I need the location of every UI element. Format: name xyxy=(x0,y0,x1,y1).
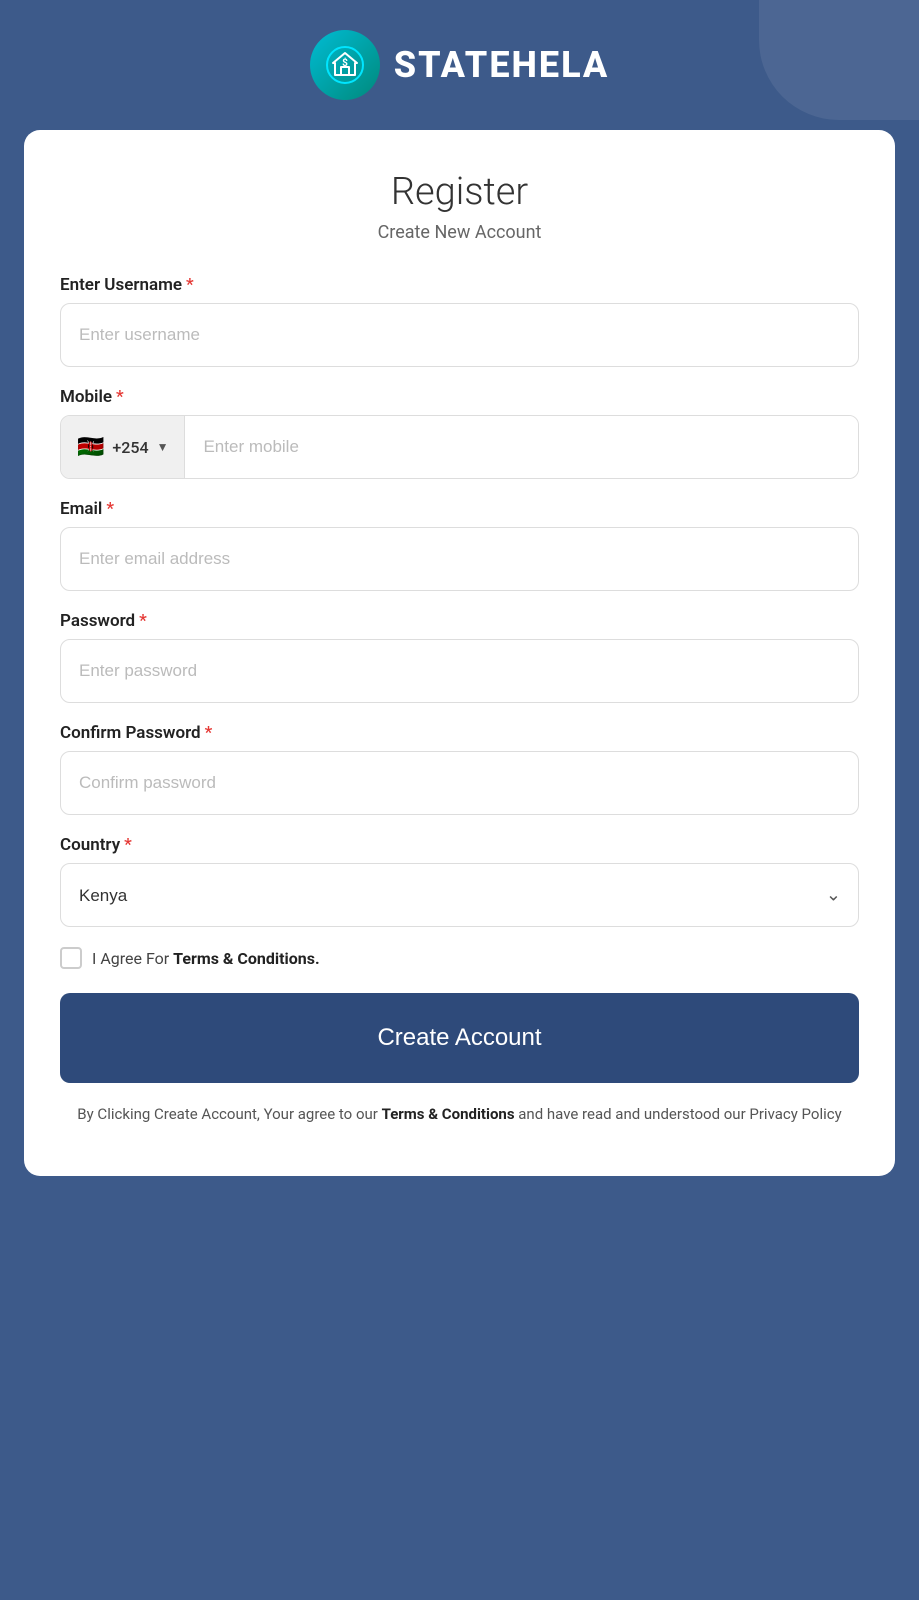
password-field-group: Password * xyxy=(60,611,859,703)
mobile-number-input[interactable] xyxy=(185,416,858,478)
confirm-password-field-group: Confirm Password * xyxy=(60,723,859,815)
country-code-text: +254 xyxy=(112,438,148,457)
email-input[interactable] xyxy=(60,527,859,591)
terms-row: I Agree For Terms & Conditions. xyxy=(60,947,859,969)
terms-text: I Agree For Terms & Conditions. xyxy=(92,949,320,968)
mobile-required: * xyxy=(116,387,124,407)
password-required: * xyxy=(139,611,147,631)
confirm-password-input[interactable] xyxy=(60,751,859,815)
svg-text:$: $ xyxy=(342,56,348,69)
brand-name: STATEHELA xyxy=(394,44,610,86)
username-input[interactable] xyxy=(60,303,859,367)
app-logo: $ xyxy=(310,30,380,100)
confirm-password-required: * xyxy=(205,723,213,743)
username-label: Enter Username * xyxy=(60,275,859,295)
mobile-label: Mobile * xyxy=(60,387,859,407)
app-header: $ STATEHELA xyxy=(0,0,919,130)
footer-disclaimer: By Clicking Create Account, Your agree t… xyxy=(60,1103,859,1126)
country-label: Country * xyxy=(60,835,859,855)
footer-terms-link[interactable]: Terms & Conditions xyxy=(382,1105,515,1123)
country-code-selector[interactable]: 🇰🇪 +254 ▼ xyxy=(61,416,185,478)
confirm-password-label: Confirm Password * xyxy=(60,723,859,743)
form-title: Register xyxy=(60,170,859,214)
create-account-button[interactable]: Create Account xyxy=(60,993,859,1083)
kenya-flag-icon: 🇰🇪 xyxy=(77,435,104,460)
mobile-field-group: Mobile * 🇰🇪 +254 ▼ xyxy=(60,387,859,479)
password-input[interactable] xyxy=(60,639,859,703)
mobile-input-row: 🇰🇪 +254 ▼ xyxy=(60,415,859,479)
country-select[interactable]: Kenya Uganda Tanzania Rwanda Ethiopia Ni… xyxy=(60,863,859,927)
country-select-wrapper: Kenya Uganda Tanzania Rwanda Ethiopia Ni… xyxy=(60,863,859,927)
register-form-card: Register Create New Account Enter Userna… xyxy=(24,130,895,1176)
country-code-chevron-icon: ▼ xyxy=(157,440,169,454)
password-label: Password * xyxy=(60,611,859,631)
terms-checkbox[interactable] xyxy=(60,947,82,969)
terms-link[interactable]: Terms & Conditions. xyxy=(173,949,319,968)
email-required: * xyxy=(106,499,114,519)
email-label: Email * xyxy=(60,499,859,519)
country-field-group: Country * Kenya Uganda Tanzania Rwanda E… xyxy=(60,835,859,927)
email-field-group: Email * xyxy=(60,499,859,591)
username-field-group: Enter Username * xyxy=(60,275,859,367)
country-required: * xyxy=(124,835,132,855)
form-subtitle: Create New Account xyxy=(60,222,859,243)
username-required: * xyxy=(186,275,194,295)
